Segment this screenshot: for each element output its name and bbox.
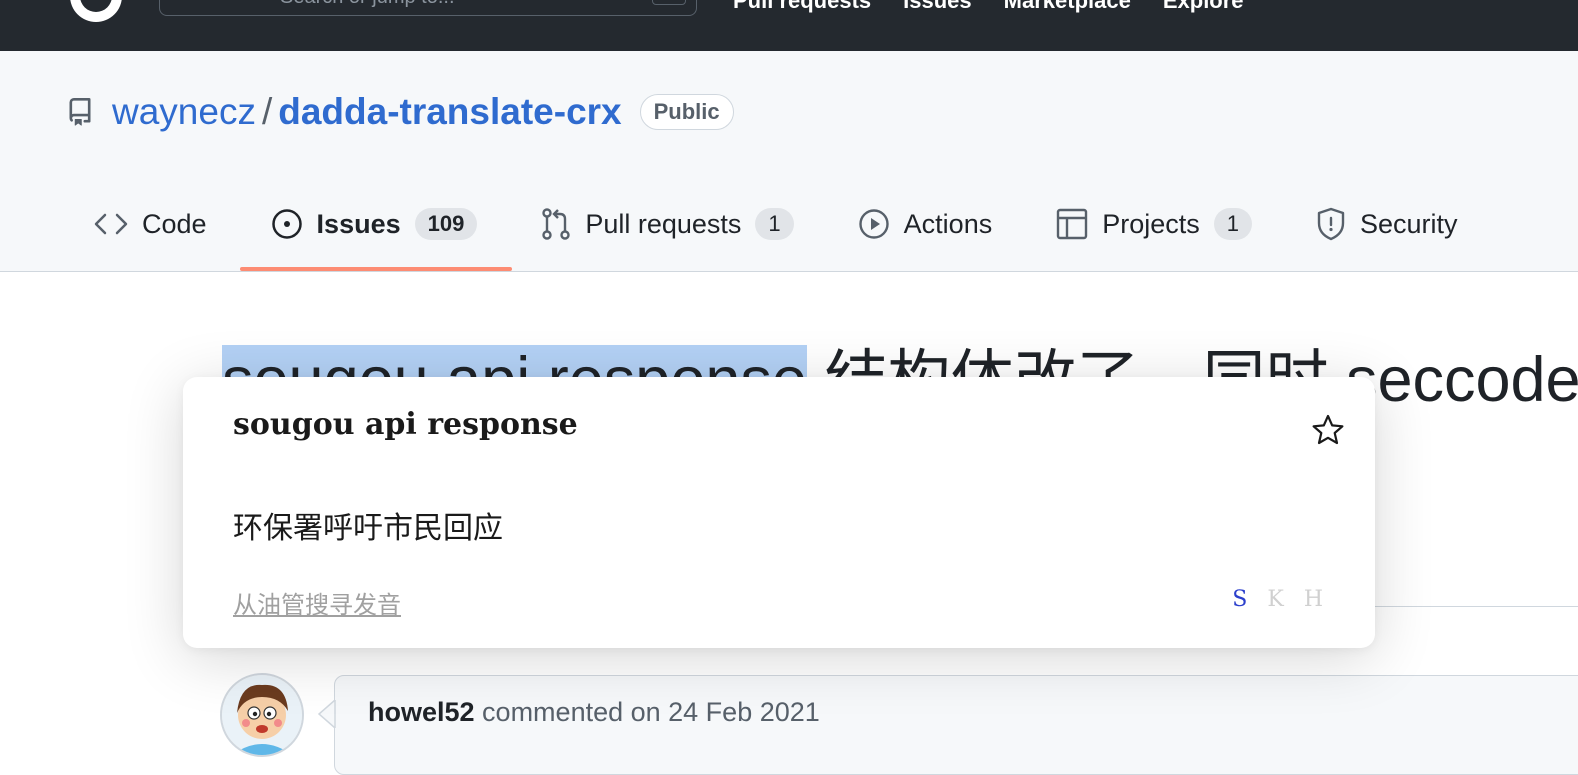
issue-opened-icon xyxy=(271,209,302,239)
repo-title: waynecz / dadda-translate-crx Public xyxy=(66,91,734,133)
divider xyxy=(1370,606,1578,607)
tab-actions-label: Actions xyxy=(903,208,993,239)
nav-marketplace[interactable]: Marketplace xyxy=(1004,0,1131,14)
repo-separator: / xyxy=(261,91,273,132)
nav-explore[interactable]: Explore xyxy=(1163,0,1244,14)
tab-security[interactable]: Security xyxy=(1316,203,1458,245)
play-icon xyxy=(858,209,889,239)
engine-k-button[interactable]: K xyxy=(1267,587,1283,612)
search-input[interactable]: Search or jump to... xyxy=(159,0,697,16)
selected-tab-indicator xyxy=(240,267,512,271)
star-icon[interactable] xyxy=(1311,413,1345,447)
nav-issues[interactable]: Issues xyxy=(903,0,972,14)
engine-switcher: S K H xyxy=(1232,587,1323,612)
tab-projects-label: Projects xyxy=(1102,208,1200,239)
repo-name-link[interactable]: dadda-translate-crx xyxy=(278,91,621,133)
comment-header: howel52 commented on 24 Feb 2021 xyxy=(368,697,820,728)
table-icon xyxy=(1057,208,1088,240)
popup-translation: 环保署呼吁市民回应 xyxy=(233,511,503,546)
avatar[interactable] xyxy=(220,673,304,757)
global-header: Search or jump to... Pull requests Issue… xyxy=(0,0,1578,51)
tab-security-label: Security xyxy=(1360,208,1458,239)
repo-tabs: Code Issues 109 Pull requests 1 Actions … xyxy=(94,203,1522,245)
nav-pull-requests[interactable]: Pull requests xyxy=(733,0,871,14)
projects-count-badge: 1 xyxy=(1213,208,1253,240)
git-pull-request-icon xyxy=(542,208,571,240)
tab-projects[interactable]: Projects 1 xyxy=(1056,203,1253,245)
search-placeholder: Search or jump to... xyxy=(280,0,455,8)
tab-actions[interactable]: Actions xyxy=(858,203,993,245)
repo-icon xyxy=(69,98,91,126)
repo-owner-link[interactable]: waynecz xyxy=(112,91,256,133)
tab-issues-label: Issues xyxy=(316,208,401,239)
tab-code-label: Code xyxy=(142,208,207,239)
slash-shortcut-icon xyxy=(652,0,686,5)
visibility-badge: Public xyxy=(639,94,734,130)
comment-pointer xyxy=(318,700,336,728)
comment-author-link[interactable]: howel52 xyxy=(368,697,475,727)
tab-code[interactable]: Code xyxy=(94,203,207,245)
pull-requests-count-badge: 1 xyxy=(755,208,794,240)
repo-header: waynecz / dadda-translate-crx Public Cod… xyxy=(0,51,1578,272)
translation-popup: sougou api response 环保署呼吁市民回应 从油管搜寻发音 S … xyxy=(183,377,1375,648)
shield-icon xyxy=(1317,207,1345,241)
popup-source-word: sougou api response xyxy=(233,407,578,442)
code-icon xyxy=(94,213,128,235)
pronounce-search-link[interactable]: 从油管搜寻发音 xyxy=(233,585,401,620)
avatar-image xyxy=(222,675,302,755)
tab-pull-requests-label: Pull requests xyxy=(585,208,742,239)
engine-sogou-button[interactable]: S xyxy=(1232,587,1247,612)
issues-count-badge: 109 xyxy=(414,208,478,240)
engine-h-button[interactable]: H xyxy=(1304,587,1323,612)
global-nav: Pull requests Issues Marketplace Explore xyxy=(733,0,1244,14)
comment-timestamp: commented on 24 Feb 2021 xyxy=(474,697,820,727)
github-logo-icon[interactable] xyxy=(62,0,130,22)
tab-pull-requests[interactable]: Pull requests 1 xyxy=(541,203,794,245)
tab-issues[interactable]: Issues 109 xyxy=(271,203,478,245)
